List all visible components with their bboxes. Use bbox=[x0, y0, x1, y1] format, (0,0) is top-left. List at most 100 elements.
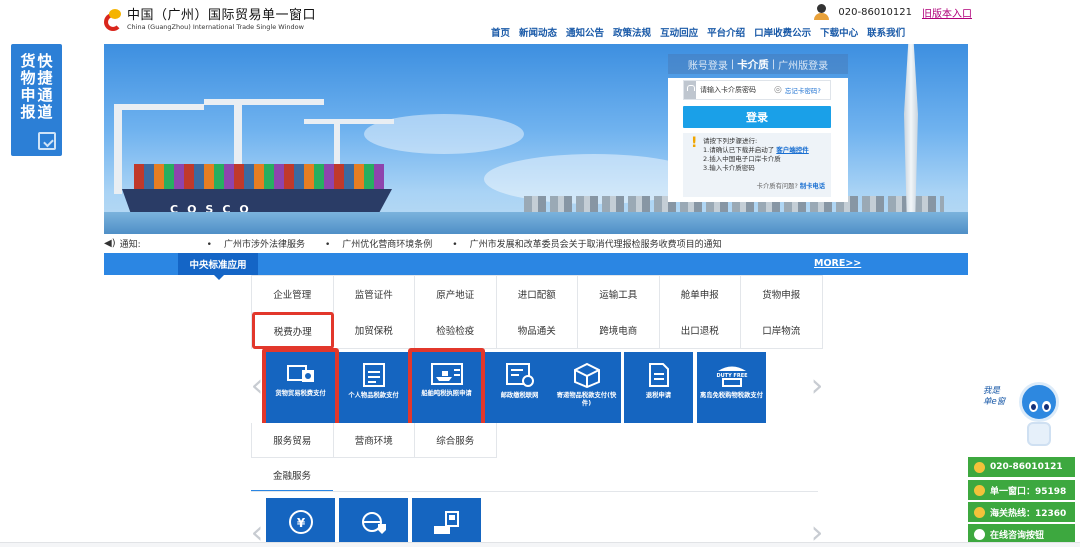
customs-icon bbox=[974, 506, 985, 518]
tax-form-icon bbox=[362, 363, 385, 387]
contact-label: 在线咨询按钮 bbox=[990, 530, 1045, 541]
forgot-password-link[interactable]: 忘记卡密码? bbox=[785, 85, 821, 95]
finance-tile[interactable] bbox=[339, 498, 408, 542]
svg-text:¥: ¥ bbox=[296, 516, 305, 530]
nav-interaction[interactable]: 互动回应 bbox=[660, 25, 698, 39]
nav-news[interactable]: 新闻动态 bbox=[519, 25, 557, 39]
eye-icon[interactable]: ◎ bbox=[774, 85, 782, 95]
contact-label: 020-86010121 bbox=[990, 462, 1063, 472]
category-business-env[interactable]: 营商环境 bbox=[333, 423, 415, 458]
refund-document-icon bbox=[648, 363, 669, 387]
lock-icon bbox=[684, 81, 696, 99]
tile-express-tax-payment[interactable]: 寄递物品税款支付(快件) bbox=[552, 352, 621, 423]
category-integrated[interactable]: 综合服务 bbox=[415, 423, 497, 458]
category-articles[interactable]: 物品通关 bbox=[496, 312, 578, 349]
mascot-line-2: 单e窗 bbox=[983, 397, 1006, 407]
duty-free-shop-icon: DUTY FREE bbox=[716, 366, 748, 387]
globe-shield-icon bbox=[361, 512, 386, 534]
category-inspection[interactable]: 检验检疫 bbox=[415, 312, 497, 349]
category-ecommerce[interactable]: 跨境电商 bbox=[578, 312, 660, 349]
finance-tile[interactable]: ¥ bbox=[266, 498, 335, 542]
tab-finance-services[interactable]: 金融服务 bbox=[251, 459, 333, 492]
nav-contact[interactable]: 联系我们 bbox=[867, 25, 905, 39]
canton-tower bbox=[904, 44, 918, 219]
tab-guangzhou-login[interactable]: 广州版登录 bbox=[778, 57, 828, 72]
main-nav: 首页 新闻动态 通知公告 政策法规 互动回应 平台介绍 口岸收费公示 下载中心 … bbox=[491, 25, 905, 39]
tab-card-login[interactable]: 卡介质 bbox=[737, 57, 769, 72]
phone-icon bbox=[974, 484, 985, 496]
channel-char: 捷 bbox=[37, 69, 53, 87]
tile-refund-application[interactable]: 退税申请 bbox=[624, 352, 693, 423]
horizontal-scrollbar[interactable] bbox=[0, 542, 1080, 547]
category-manifest[interactable]: 舱单申报 bbox=[659, 276, 741, 313]
payment-terminal-icon bbox=[433, 511, 459, 534]
tile-label: 退税申请 bbox=[645, 392, 672, 399]
nav-policies[interactable]: 政策法规 bbox=[613, 25, 651, 39]
category-enterprise[interactable]: 企业管理 bbox=[252, 276, 334, 313]
category-goods-declaration[interactable]: 货物申报 bbox=[741, 276, 823, 313]
card-password-field[interactable]: 请输入卡介质密码 ◎ 忘记卡密码? bbox=[683, 80, 831, 100]
category-origin[interactable]: 原产地证 bbox=[415, 276, 497, 313]
notice-item[interactable]: 广州市涉外法律服务 bbox=[207, 237, 305, 250]
category-quota[interactable]: 进口配额 bbox=[496, 276, 578, 313]
notice-item[interactable]: 广州市发展和改革委员会关于取消代理报检服务收费项目的通知 bbox=[452, 237, 722, 250]
category-permits[interactable]: 监管证件 bbox=[333, 276, 415, 313]
tab-central-standard[interactable]: 中央标准应用 bbox=[178, 253, 258, 280]
tile-personal-tax-payment[interactable]: 个人物品税款支付 bbox=[339, 352, 408, 423]
tile-label: 离岛免税购物税款支付 bbox=[700, 392, 763, 399]
chat-icon bbox=[974, 528, 985, 540]
category-port-logistics[interactable]: 口岸物流 bbox=[741, 312, 823, 349]
crane-arm bbox=[304, 119, 394, 124]
tile-label: 个人物品税款支付 bbox=[348, 392, 399, 399]
user-icon bbox=[814, 4, 830, 20]
notice-item[interactable]: 广州优化营商环境条例 bbox=[325, 237, 432, 250]
category-service-trade[interactable]: 服务贸易 bbox=[252, 423, 334, 458]
contact-label: 海关热线：12360 bbox=[990, 508, 1067, 519]
crane-arm bbox=[114, 104, 204, 110]
nav-about[interactable]: 平台介绍 bbox=[707, 25, 745, 39]
contact-single-window[interactable]: 单一窗口：95198 bbox=[968, 480, 1075, 500]
channel-char: 申 bbox=[20, 86, 36, 104]
container-stack bbox=[134, 164, 384, 192]
tile-postal-tax[interactable]: 邮政缴税联网 bbox=[485, 352, 554, 423]
step-2: 2.插入中国电子口岸卡介质 bbox=[703, 155, 781, 163]
parcel-icon bbox=[573, 362, 600, 388]
tile-label: 邮政缴税联网 bbox=[500, 392, 539, 399]
login-instructions: ! 请按下列步骤进行: 1.请确认已下载并启动了 客户端控件 2.插入中国电子口… bbox=[683, 133, 831, 197]
tab-account-login[interactable]: 账号登录 bbox=[688, 57, 728, 72]
tile-duty-free-payment[interactable]: DUTY FREE 离岛免税购物税款支付 bbox=[697, 352, 766, 423]
channel-char: 货 bbox=[20, 52, 36, 70]
category-tax-fees[interactable]: 税费办理 bbox=[252, 312, 334, 349]
channel-char: 通 bbox=[37, 86, 53, 104]
online-consult-button[interactable]: 在线咨询按钮 bbox=[968, 524, 1075, 544]
old-version-link[interactable]: 旧版本入口 bbox=[922, 5, 972, 20]
post-tax-icon bbox=[505, 363, 534, 387]
trouble-text: 卡介质有问题? bbox=[756, 183, 798, 190]
mascot-assistant[interactable]: 我是 单e窗 bbox=[983, 378, 1063, 452]
nav-downloads[interactable]: 下载中心 bbox=[820, 25, 858, 39]
contact-customs-hotline[interactable]: 海关热线：12360 bbox=[968, 502, 1075, 522]
nav-notices[interactable]: 通知公告 bbox=[566, 25, 604, 39]
contact-hotline[interactable]: 020-86010121 bbox=[968, 457, 1075, 477]
category-export-refund[interactable]: 出口退税 bbox=[659, 312, 741, 349]
more-link[interactable]: MORE>> bbox=[814, 258, 861, 269]
channel-char: 快 bbox=[37, 52, 53, 70]
tab-separator: | bbox=[771, 58, 776, 70]
category-transport[interactable]: 运输工具 bbox=[578, 276, 660, 313]
tab-separator: | bbox=[730, 58, 735, 70]
next-arrow-icon[interactable]: › bbox=[810, 365, 824, 405]
top-utility: 020-86010121 旧版本入口 bbox=[814, 4, 972, 20]
category-bonded[interactable]: 加贸保税 bbox=[333, 312, 415, 349]
channel-char: 报 bbox=[20, 103, 36, 121]
quick-declaration-channel[interactable]: 货 物 申 报 快 捷 通 道 bbox=[11, 44, 62, 156]
site-logo[interactable]: 中国（广州）国际贸易单一窗口 China (GuangZhou) Interna… bbox=[104, 8, 316, 31]
card-phone-link[interactable]: 制卡电话 bbox=[800, 183, 825, 190]
finance-tile[interactable] bbox=[412, 498, 481, 542]
nav-port-fees[interactable]: 口岸收费公示 bbox=[754, 25, 811, 39]
nav-home[interactable]: 首页 bbox=[491, 25, 510, 39]
logo-title: 中国（广州）国际贸易单一窗口 bbox=[127, 8, 317, 23]
login-button[interactable]: 登录 bbox=[683, 106, 831, 128]
crane bbox=[114, 104, 122, 194]
category-row: 税费办理 加贸保税 检验检疫 物品通关 跨境电商 出口退税 口岸物流 bbox=[251, 312, 823, 349]
client-control-link[interactable]: 客户端控件 bbox=[776, 146, 809, 154]
